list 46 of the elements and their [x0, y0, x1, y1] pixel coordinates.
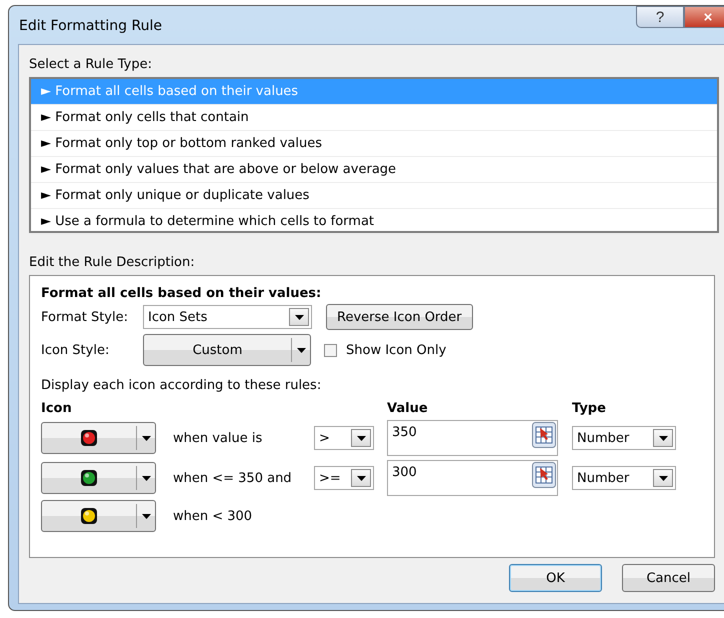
icon-dropdown[interactable] — [41, 500, 156, 532]
format-style-dropdown[interactable]: Icon Sets — [143, 305, 312, 329]
column-header: Icon — [41, 401, 73, 416]
column-header: Value — [387, 401, 429, 416]
panel-heading: Format all cells based on their values: — [41, 286, 322, 301]
caret-icon — [658, 476, 668, 480]
column-header: Type — [572, 401, 607, 416]
cell-picker-icon — [532, 422, 556, 448]
condition-text: when value is — [172, 430, 264, 446]
window-title: Edit Formatting Rule — [19, 18, 162, 34]
section-label: Edit the Rule Description: — [29, 255, 196, 270]
icon-dropdown[interactable] — [41, 422, 156, 454]
caret-icon — [142, 476, 150, 480]
icon-style-dropdown[interactable]: Custom — [143, 334, 311, 366]
help-button[interactable]: ? — [636, 6, 684, 28]
ok-button[interactable]: OK — [509, 564, 602, 592]
list-item[interactable]: ► Format only values that are above or below average — [31, 157, 717, 183]
section-label: Select a Rule Type: — [29, 57, 154, 72]
caret-icon — [658, 436, 668, 440]
operator-dropdown[interactable]: > — [314, 426, 374, 450]
field-label: Format Style: — [41, 310, 129, 324]
reverse-order-button[interactable]: Reverse Icon Order — [326, 304, 473, 330]
field-label: Icon Style: — [41, 342, 110, 358]
type-dropdown[interactable]: Number — [572, 426, 676, 450]
checkbox[interactable] — [324, 344, 337, 356]
condition-text: when <= 350 and — [172, 470, 293, 486]
checkbox-label: Show Icon Only — [346, 342, 446, 358]
type-dropdown[interactable]: Number — [572, 466, 676, 490]
list-item[interactable]: ► Use a formula to determine which cells to format — [31, 209, 717, 235]
icon-dropdown[interactable] — [41, 462, 156, 494]
value-field[interactable]: 350 — [387, 420, 558, 456]
caret-icon — [294, 314, 304, 320]
condition-text: when < 300 — [172, 508, 254, 524]
operator-dropdown[interactable]: >= — [314, 466, 374, 490]
caret-icon — [356, 436, 366, 440]
caret-icon — [142, 514, 150, 518]
value-field[interactable]: 300 — [387, 460, 558, 496]
caret-icon — [142, 436, 150, 440]
caret-icon — [356, 476, 366, 480]
instruction-text: Display each icon according to these rules: — [41, 378, 322, 393]
list-item[interactable]: ► Format only cells that contain — [31, 105, 717, 131]
cancel-button[interactable]: Cancel — [622, 564, 715, 592]
list-item[interactable]: ► Format only unique or duplicate values — [31, 183, 717, 209]
caret-icon — [296, 348, 306, 352]
cell-picker-icon — [532, 462, 556, 488]
list-item[interactable]: ► Format only top or bottom ranked values — [31, 131, 717, 157]
